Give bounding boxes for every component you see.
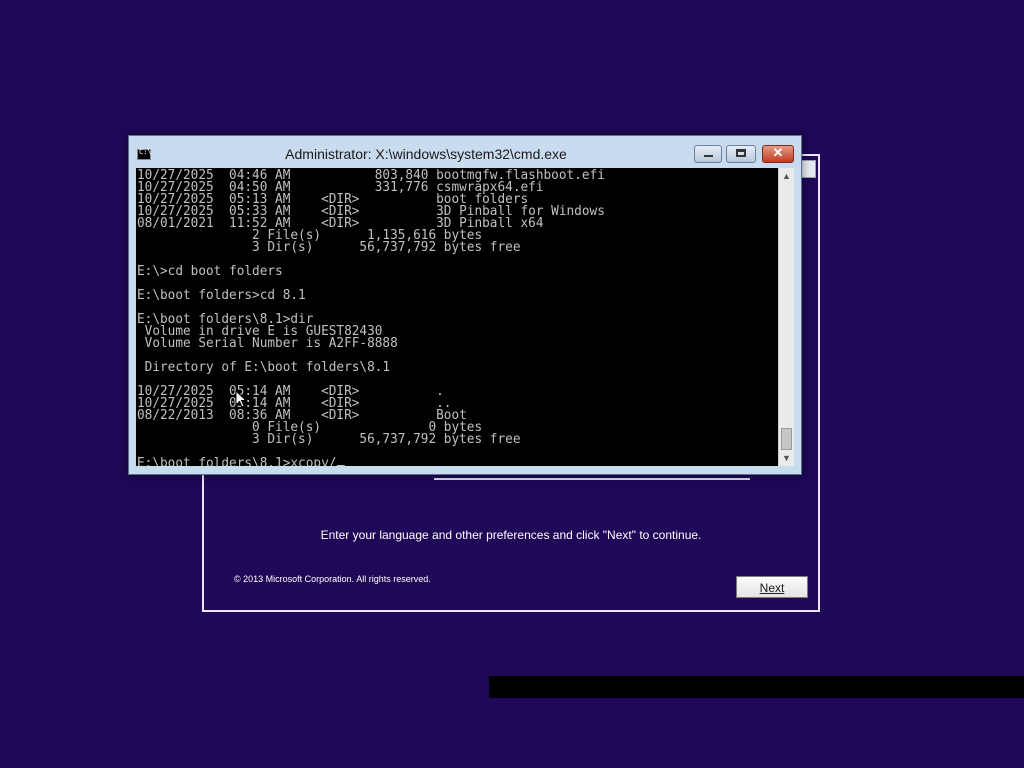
setup-instruction-text: Enter your language and other preference… bbox=[320, 528, 702, 542]
scroll-thumb[interactable] bbox=[781, 428, 792, 450]
console-line: E:\boot folders\8.1>xcopy/ bbox=[136, 456, 337, 466]
maximize-icon bbox=[736, 149, 746, 157]
maximize-button[interactable] bbox=[726, 145, 756, 163]
console-line: Volume Serial Number is A2FF-8888 bbox=[136, 336, 398, 351]
mouse-pointer-icon bbox=[235, 390, 247, 408]
black-bar bbox=[489, 676, 1024, 698]
console-line: Directory of E:\boot folders\8.1 bbox=[136, 360, 391, 375]
console-line: 3 Dir(s) 56,737,792 bytes free bbox=[136, 240, 521, 255]
cmd-window[interactable]: C:\ Administrator: X:\windows\system32\c… bbox=[128, 135, 802, 475]
next-button[interactable]: Next bbox=[736, 576, 808, 598]
scroll-up-icon[interactable]: ▲ bbox=[779, 168, 794, 184]
console-line: E:\>cd boot folders bbox=[136, 264, 283, 279]
console-line: 3 Dir(s) 56,737,792 bytes free bbox=[136, 432, 521, 447]
window-title: Administrator: X:\windows\system32\cmd.e… bbox=[285, 146, 567, 162]
vertical-scrollbar[interactable]: ▲ ▼ bbox=[778, 168, 794, 466]
minimize-button[interactable] bbox=[694, 145, 722, 163]
setup-window-corner bbox=[800, 160, 816, 178]
cmd-titlebar[interactable]: C:\ Administrator: X:\windows\system32\c… bbox=[129, 136, 801, 168]
console-output[interactable]: 10/27/2025 04:46 AM 803,840 bootmgfw.fla… bbox=[136, 168, 778, 466]
copyright-text: © 2013 Microsoft Corporation. All rights… bbox=[234, 574, 431, 584]
minimize-icon bbox=[704, 155, 713, 157]
console-text: 10/27/2025 04:46 AM 803,840 bootmgfw.fla… bbox=[136, 168, 765, 466]
close-icon: ✕ bbox=[772, 145, 784, 160]
close-button[interactable]: ✕ bbox=[762, 145, 794, 163]
text-cursor bbox=[336, 465, 345, 466]
console-line: E:\boot folders>cd 8.1 bbox=[136, 288, 306, 303]
scroll-down-icon[interactable]: ▼ bbox=[779, 450, 794, 466]
desktop: Enter your language and other preference… bbox=[0, 0, 1024, 768]
setup-divider bbox=[434, 478, 750, 480]
